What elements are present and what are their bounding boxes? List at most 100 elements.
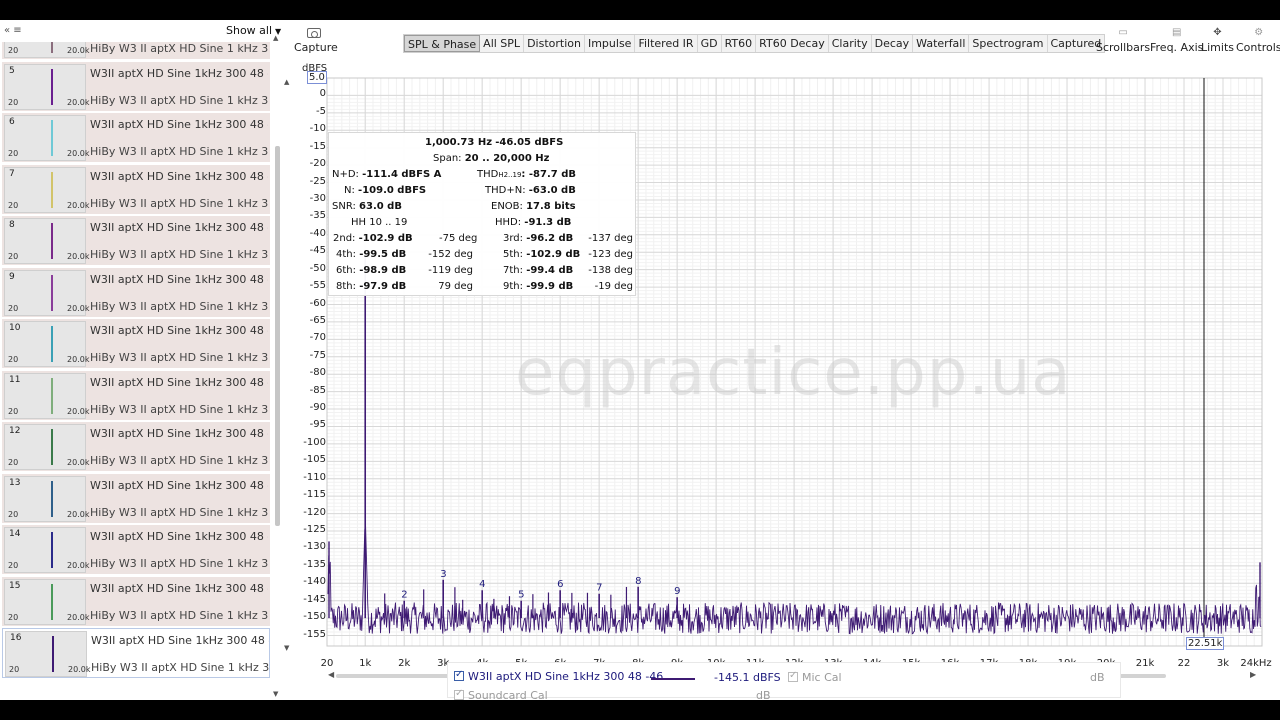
- y-tick-label: -145: [303, 593, 326, 605]
- h7-label: 7th:: [503, 265, 523, 276]
- thd-value: : -87.7 dB: [521, 169, 576, 180]
- y-tick-label: -95: [309, 419, 326, 431]
- watermark-text: eqpractice.pp.ua: [515, 336, 1072, 410]
- h9-label: 9th:: [503, 281, 523, 292]
- harmonic-label: 9: [674, 586, 680, 597]
- x-tick-label: 24kHz: [1240, 658, 1272, 669]
- span-label: Span:: [433, 153, 462, 164]
- snr-label: SNR:: [332, 201, 356, 212]
- y-tick-label: -70: [309, 332, 326, 344]
- span-value: 20 .. 20,000 Hz: [464, 153, 550, 164]
- y-tick-label: -150: [303, 611, 326, 623]
- y-tick-label: -5: [316, 105, 326, 117]
- y-tick-label: -125: [303, 524, 326, 535]
- y-tick-label: -80: [309, 367, 326, 379]
- h2-value: -102.9 dB: [358, 233, 413, 244]
- y-tick-label: -130: [303, 541, 326, 553]
- h6-value: -98.9 dB: [359, 265, 407, 276]
- legend-series-toggle[interactable]: W3II aptX HD Sine 1kHz 300 48 -46: [454, 669, 664, 683]
- y-tick-label: -115: [303, 489, 326, 501]
- y-tick-label: -140: [303, 576, 326, 588]
- nd-value: -111.4 dBFS A: [362, 169, 442, 180]
- x-tick-label: 20: [320, 658, 334, 669]
- harmonic-label: 8: [635, 576, 641, 587]
- y-tick-label: -60: [309, 297, 326, 309]
- info-level: -46.05 dBFS: [495, 137, 564, 148]
- y-tick-label: -35: [309, 210, 326, 222]
- x-tick-label: 21k: [1135, 658, 1155, 669]
- y-tick-label: -135: [303, 558, 326, 570]
- scroll-left-icon[interactable]: ◀: [328, 670, 334, 679]
- y-tick-label: -65: [309, 314, 326, 326]
- y-tick-label: -45: [309, 245, 326, 257]
- h8-value: -97.9 dB: [359, 281, 407, 292]
- y-tick-label: -105: [303, 454, 326, 466]
- h3-label: 3rd:: [503, 233, 524, 244]
- harmonic-label: 7: [596, 583, 602, 594]
- h4-value: -99.5 dB: [359, 249, 407, 260]
- y-tick-label: -40: [309, 227, 326, 239]
- h9-phase: -19 deg: [594, 281, 633, 292]
- harmonic-label: 4: [479, 579, 485, 590]
- mic-cal-label: Mic Cal: [802, 671, 842, 684]
- y-tick-label: -25: [309, 175, 326, 187]
- mic-cal-toggle[interactable]: Mic Cal: [788, 670, 842, 684]
- snr-value: 63.0 dB: [359, 201, 402, 212]
- thd-subscript: H2..19: [498, 171, 522, 179]
- trace-legend: W3II aptX HD Sine 1kHz 300 48 -46 -145.1…: [447, 662, 1121, 702]
- thdn-label: THD+N:: [485, 185, 526, 196]
- scroll-right-icon[interactable]: ▶: [1250, 670, 1256, 679]
- y-max-input[interactable]: 5.0: [307, 71, 327, 84]
- harmonic-label: 6: [557, 579, 563, 590]
- y-tick-label: -75: [309, 349, 326, 361]
- h6-label: 6th:: [336, 265, 356, 276]
- x-tick-label: 2k: [398, 658, 411, 669]
- y-tick-label: -100: [303, 436, 326, 448]
- h5-value: -102.9 dB: [526, 249, 581, 260]
- thdn-value: -63.0 dB: [528, 185, 576, 196]
- checkbox-icon[interactable]: [454, 688, 464, 700]
- h9-value: -99.9 dB: [526, 281, 574, 292]
- y-tick-label: 0: [319, 88, 326, 100]
- legend-series-value: -145.1 dBFS: [714, 671, 781, 684]
- y-tick-label: -50: [309, 262, 326, 274]
- thd-label: THD: [477, 169, 499, 180]
- h6-phase: -119 deg: [428, 265, 473, 276]
- y-tick-label: -15: [309, 140, 326, 152]
- x-tick-label: 1k: [359, 658, 372, 669]
- checkbox-icon[interactable]: [788, 670, 798, 682]
- h5-phase: -123 deg: [588, 249, 633, 260]
- y-tick-label: -120: [303, 506, 326, 518]
- legend-series-name: W3II aptX HD Sine 1kHz 300 48 -46: [468, 670, 664, 683]
- h7-phase: -138 deg: [588, 265, 633, 276]
- y-tick-label: -85: [309, 384, 326, 396]
- info-frequency: 1,000.73 Hz: [425, 137, 493, 148]
- h3-phase: -137 deg: [588, 233, 633, 244]
- enob-value: 17.8 bits: [526, 201, 576, 212]
- x-tick-label: 3k: [1216, 658, 1230, 669]
- y-tick-label: -110: [303, 471, 326, 483]
- hh-range-label: HH 10 .. 19: [351, 217, 408, 228]
- y-tick-label: -30: [309, 192, 326, 204]
- letterbox-bottom: [0, 700, 1280, 720]
- enob-label: ENOB:: [491, 201, 523, 212]
- hhd-label: HHD:: [495, 217, 522, 228]
- h8-phase: 79 deg: [438, 281, 473, 292]
- h4-label: 4th:: [336, 249, 356, 260]
- h2-label: 2nd:: [333, 233, 356, 244]
- h2-phase: -75 deg: [439, 233, 478, 244]
- h7-value: -99.4 dB: [526, 265, 574, 276]
- h3-value: -96.2 dB: [526, 233, 574, 244]
- h4-phase: -152 deg: [428, 249, 473, 260]
- legend-series-swatch: [651, 678, 695, 680]
- checkbox-icon[interactable]: [454, 669, 464, 681]
- cursor-frequency-readout: 22.51k: [1186, 637, 1225, 650]
- y-tick-label: -10: [309, 123, 326, 135]
- harmonic-label: 3: [440, 569, 446, 580]
- distortion-info-panel: 1,000.73 Hz -46.05 dBFS Span: 20 .. 20,0…: [328, 132, 636, 296]
- rew-window: « ≡ Show all▼ 2020.0kW3II aptX HD Sine 1…: [0, 20, 1280, 702]
- h5-label: 5th:: [503, 249, 523, 260]
- y-tick-label: -90: [309, 402, 326, 414]
- y-tick-label: -55: [309, 280, 326, 292]
- y-tick-label: -20: [309, 158, 326, 170]
